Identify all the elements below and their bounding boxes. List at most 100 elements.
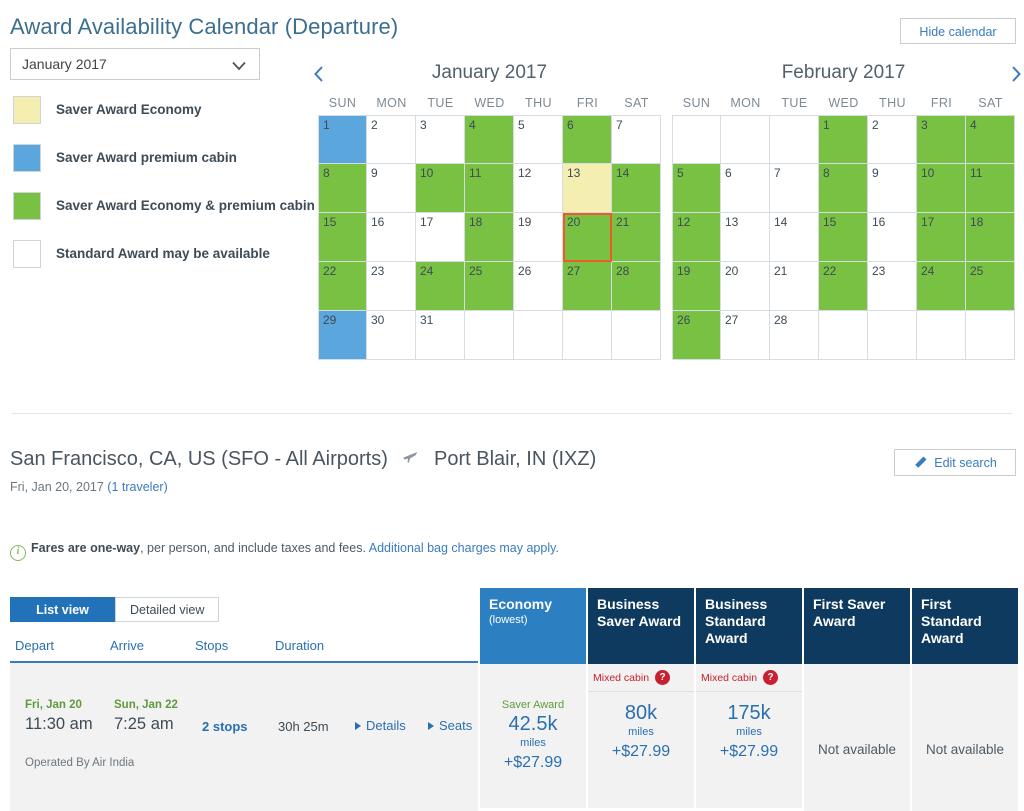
fare-cell-first-standard: Not available (912, 664, 1018, 811)
calendar-day-number: 6 (725, 166, 732, 180)
calendar-day[interactable]: 11 (966, 164, 1015, 213)
calendar-day-number: 2 (872, 118, 879, 132)
tab-list-view[interactable]: List view (10, 597, 115, 622)
next-month-button[interactable] (1007, 64, 1024, 84)
calendar-day[interactable]: 5 (514, 115, 563, 164)
calendar-day[interactable]: 10 (917, 164, 966, 213)
calendar-day[interactable]: 22 (819, 262, 868, 311)
calendar-day[interactable]: 6 (563, 115, 612, 164)
calendar-day-number: 29 (323, 313, 337, 327)
calendar-day[interactable]: 15 (819, 213, 868, 262)
fare-price: +$27.99 (719, 743, 779, 760)
calendar-day[interactable]: 9 (367, 164, 416, 213)
calendar-day[interactable]: 19 (672, 262, 721, 311)
calendar-day[interactable]: 13 (721, 213, 770, 262)
calendar-day[interactable]: 27 (721, 311, 770, 360)
calendar-day[interactable]: 21 (770, 262, 819, 311)
calendar-day-number: 5 (518, 118, 525, 132)
fare-cell-business-standard[interactable]: 175k miles +$27.99 (696, 691, 802, 808)
column-header-depart[interactable]: Depart (15, 638, 54, 653)
calendar-day[interactable]: 31 (416, 311, 465, 360)
calendar-day[interactable]: 2 (868, 115, 917, 164)
calendar-day[interactable]: 6 (721, 164, 770, 213)
calendar-day[interactable]: 29 (318, 311, 367, 360)
calendar-day[interactable]: 1 (819, 115, 868, 164)
column-header-stops[interactable]: Stops (195, 638, 228, 653)
dow-sun: SUN (682, 96, 711, 110)
calendar-day[interactable]: 16 (868, 213, 917, 262)
calendar-day-number: 3 (420, 118, 427, 132)
calendar-day[interactable]: 3 (917, 115, 966, 164)
calendar-day[interactable]: 15 (318, 213, 367, 262)
calendar-day[interactable]: 26 (514, 262, 563, 311)
calendar-day[interactable]: 26 (672, 311, 721, 360)
calendar-day[interactable]: 14 (770, 213, 819, 262)
seats-link[interactable]: Seats (428, 718, 472, 733)
calendar-day[interactable]: 3 (416, 115, 465, 164)
calendar-day[interactable]: 16 (367, 213, 416, 262)
calendar-day[interactable]: 22 (318, 262, 367, 311)
legend-item: Saver Award Economy (10, 96, 310, 128)
tab-detailed-view[interactable]: Detailed view (115, 597, 220, 622)
calendar-day[interactable]: 13 (563, 164, 612, 213)
calendar-day-number: 19 (677, 264, 691, 278)
calendar-day[interactable]: 7 (770, 164, 819, 213)
calendar-day[interactable]: 5 (672, 164, 721, 213)
calendar-day[interactable]: 20 (563, 213, 612, 262)
calendar-day[interactable]: 12 (514, 164, 563, 213)
calendar-day[interactable]: 17 (917, 213, 966, 262)
calendar-day[interactable]: 20 (721, 262, 770, 311)
calendar-day-empty (563, 311, 612, 360)
details-link[interactable]: Details (355, 718, 406, 733)
calendar-day[interactable]: 7 (612, 115, 661, 164)
column-header-arrive[interactable]: Arrive (110, 638, 144, 653)
calendar-day[interactable]: 19 (514, 213, 563, 262)
calendar-day[interactable]: 25 (465, 262, 514, 311)
calendar-day[interactable]: 10 (416, 164, 465, 213)
calendar-day[interactable]: 17 (416, 213, 465, 262)
dow-sat: SAT (624, 96, 649, 110)
calendar-day[interactable]: 21 (612, 213, 661, 262)
calendar-day[interactable]: 18 (966, 213, 1015, 262)
calendar-day[interactable]: 8 (819, 164, 868, 213)
calendar-day[interactable]: 24 (416, 262, 465, 311)
calendar-day[interactable]: 27 (563, 262, 612, 311)
calendar-day[interactable]: 28 (770, 311, 819, 360)
calendar-day[interactable]: 28 (612, 262, 661, 311)
question-mark-icon[interactable]: ? (763, 670, 779, 685)
fare-header-economy: Economy (lowest) (480, 588, 586, 664)
month-select[interactable]: January 2017 (10, 48, 260, 80)
dow-sun: SUN (328, 96, 357, 110)
calendar-day[interactable]: 4 (465, 115, 514, 164)
calendar-day[interactable]: 30 (367, 311, 416, 360)
calendar-day[interactable]: 8 (318, 164, 367, 213)
stops-link[interactable]: 2 stops (202, 719, 248, 734)
calendar-day[interactable]: 18 (465, 213, 514, 262)
column-header-duration[interactable]: Duration (275, 638, 324, 653)
calendar-title-january: January 2017 (431, 62, 548, 83)
bag-charges-link[interactable]: Additional bag charges may apply. (369, 541, 559, 555)
fare-column-business-saver: Business Saver Award Mixed cabin ? 80k m… (588, 588, 694, 811)
view-toggle: List view Detailed view (10, 597, 220, 622)
calendar-day[interactable]: 4 (966, 115, 1015, 164)
calendar-day-number: 10 (921, 166, 935, 180)
hide-calendar-button[interactable]: Hide calendar (900, 18, 1016, 44)
question-mark-icon[interactable]: ? (655, 670, 671, 685)
calendar-day[interactable]: 14 (612, 164, 661, 213)
calendar-day[interactable]: 23 (868, 262, 917, 311)
calendar-day[interactable]: 24 (917, 262, 966, 311)
calendar-day[interactable]: 25 (966, 262, 1015, 311)
calendar-day-number: 11 (469, 166, 482, 180)
edit-search-button[interactable]: Edit search (894, 449, 1016, 476)
calendar-day[interactable]: 2 (367, 115, 416, 164)
fare-cell-business-saver[interactable]: 80k miles +$27.99 (588, 691, 694, 808)
calendar-day[interactable]: 9 (868, 164, 917, 213)
calendar-day[interactable]: 1 (318, 115, 367, 164)
calendar-day[interactable]: 12 (672, 213, 721, 262)
fare-cell-economy[interactable]: Saver Award 42.5k miles +$27.99 (480, 664, 586, 808)
fare-header-title: First Standard Award (921, 596, 982, 646)
calendar-day-number: 1 (823, 118, 830, 132)
calendar-day[interactable]: 11 (465, 164, 514, 213)
traveler-count-link[interactable]: (1 traveler) (107, 480, 167, 494)
calendar-day[interactable]: 23 (367, 262, 416, 311)
